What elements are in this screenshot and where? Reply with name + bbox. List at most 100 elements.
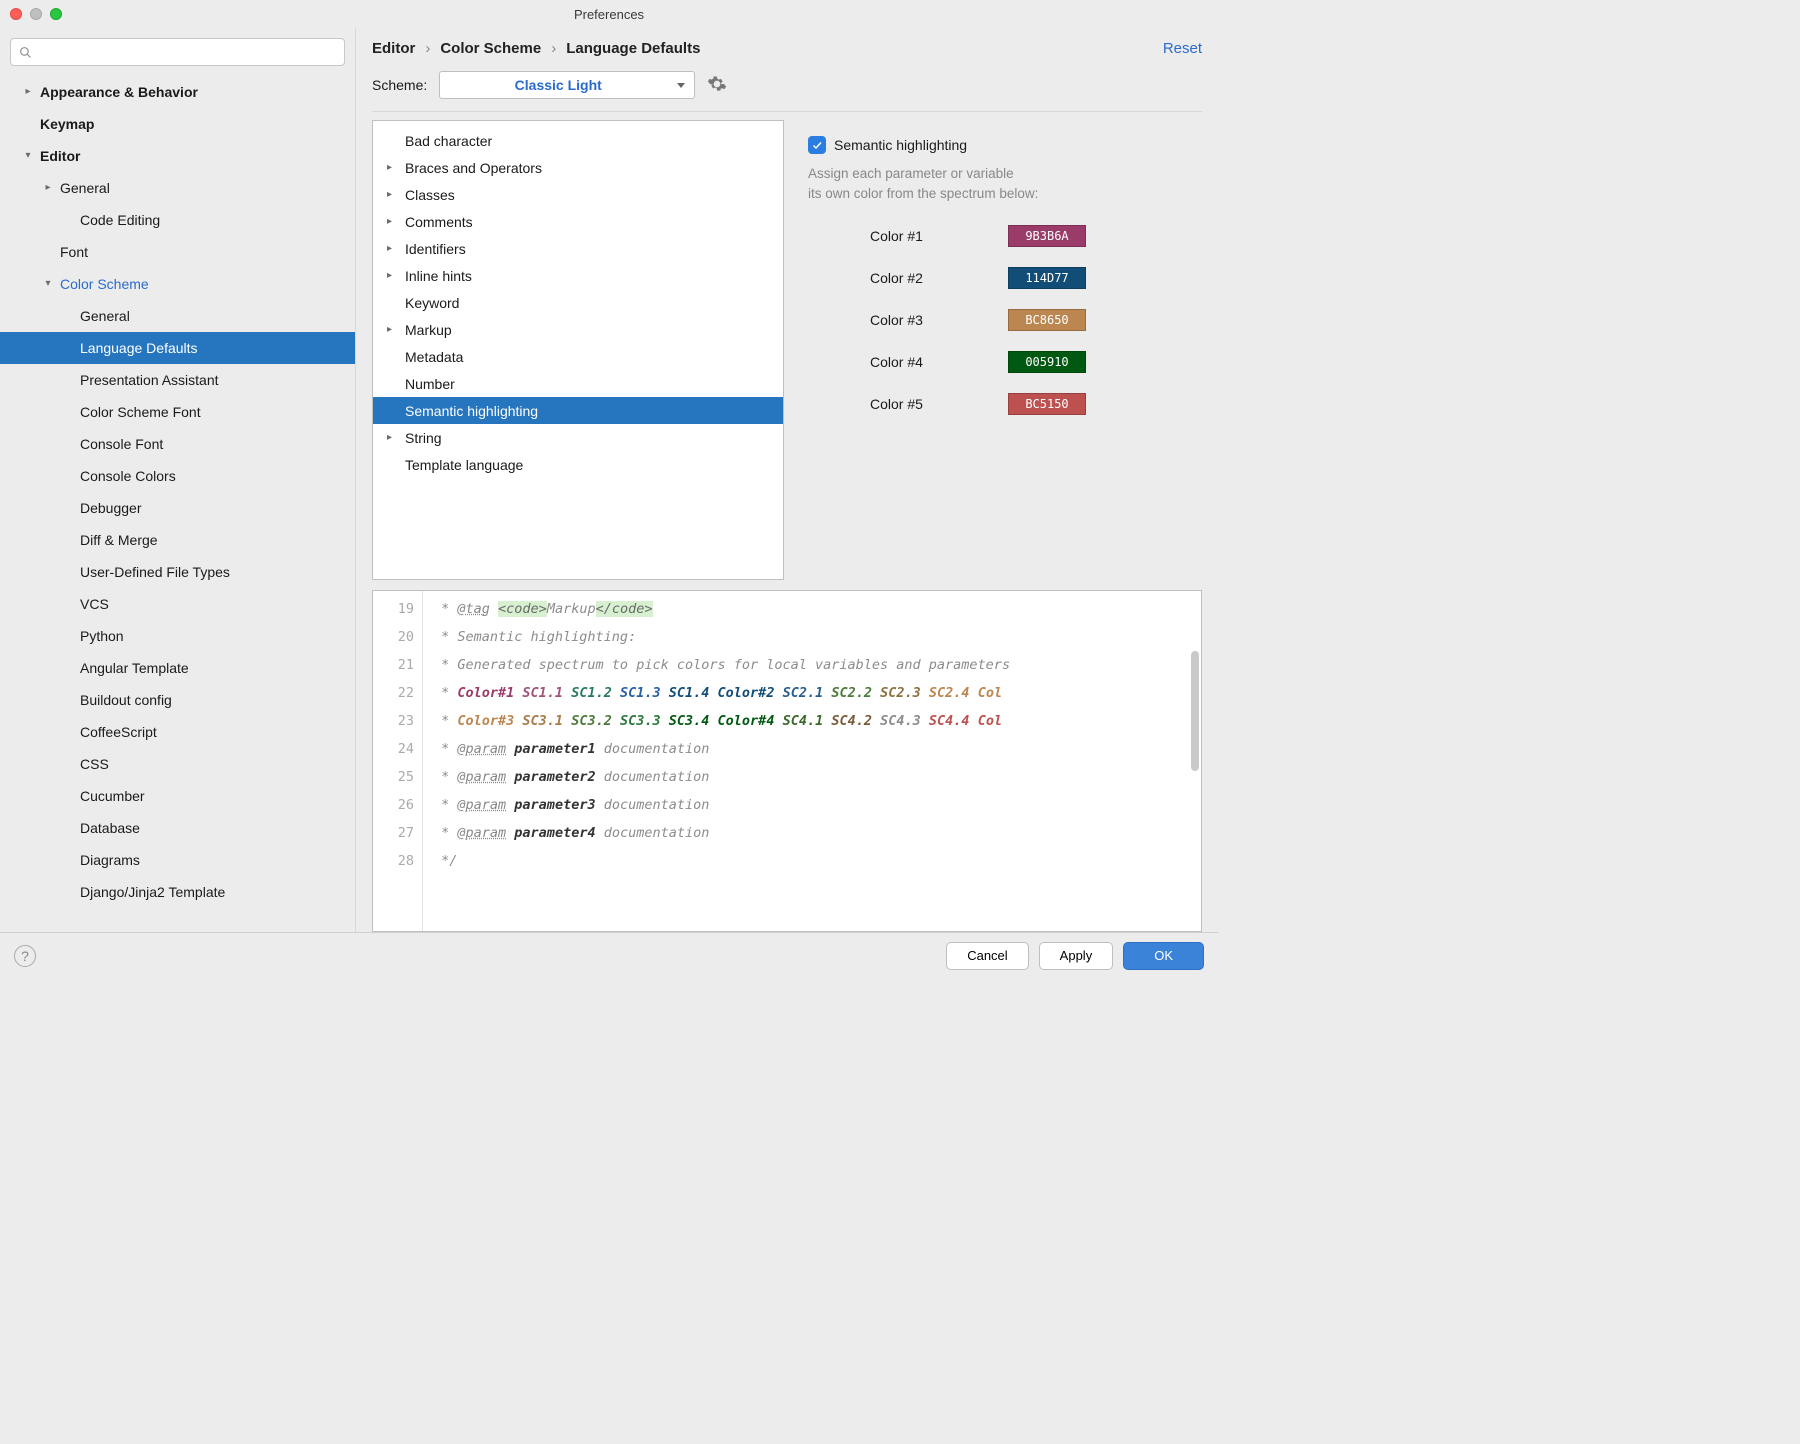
sidebar-item-general[interactable]: ▸General: [0, 300, 355, 332]
tree-item-label: Python: [80, 620, 124, 652]
color-swatch-row: Color #3BC8650: [808, 309, 1198, 331]
color-swatch-row: Color #2114D77: [808, 267, 1198, 289]
preview-scrollbar[interactable]: [1191, 651, 1199, 771]
category-braces-and-operators[interactable]: ▸Braces and Operators: [373, 154, 783, 181]
sidebar-item-console-colors[interactable]: ▸Console Colors: [0, 460, 355, 492]
sidebar-item-code-editing[interactable]: ▸Code Editing: [0, 204, 355, 236]
reset-link[interactable]: Reset: [1163, 40, 1202, 57]
sidebar-item-presentation-assistant[interactable]: ▸Presentation Assistant: [0, 364, 355, 396]
ok-button[interactable]: OK: [1123, 942, 1204, 970]
apply-button[interactable]: Apply: [1039, 942, 1114, 970]
zoom-window-icon[interactable]: [50, 8, 62, 20]
color-swatch[interactable]: 9B3B6A: [1008, 225, 1086, 247]
tree-item-label: Diff & Merge: [80, 524, 158, 556]
category-number[interactable]: ▸Number: [373, 370, 783, 397]
category-semantic-highlighting[interactable]: ▸Semantic highlighting: [373, 397, 783, 424]
line-number: 23: [373, 707, 414, 735]
category-label: String: [405, 430, 442, 446]
line-number: 20: [373, 623, 414, 651]
checkbox-checked-icon[interactable]: [808, 136, 826, 154]
sidebar-item-debugger[interactable]: ▸Debugger: [0, 492, 355, 524]
chevron-right-icon: ▸: [387, 270, 399, 281]
sidebar-item-database[interactable]: ▸Database: [0, 812, 355, 844]
gear-icon[interactable]: [707, 74, 727, 97]
category-classes[interactable]: ▸Classes: [373, 181, 783, 208]
semantic-highlighting-checkbox-row[interactable]: Semantic highlighting: [808, 136, 1198, 154]
sidebar-item-general[interactable]: ▸General: [0, 172, 355, 204]
swatch-label: Color #3: [808, 312, 1008, 328]
sidebar-item-diagrams[interactable]: ▸Diagrams: [0, 844, 355, 876]
tree-item-label: Angular Template: [80, 652, 189, 684]
swatch-label: Color #1: [808, 228, 1008, 244]
chevron-right-icon[interactable]: ▸: [42, 172, 54, 204]
minimize-window-icon: [30, 8, 42, 20]
code-preview[interactable]: 19202122232425262728 * @tag <code>Markup…: [372, 590, 1202, 932]
category-string[interactable]: ▸ String: [373, 424, 783, 451]
scheme-select[interactable]: Classic Light: [439, 71, 695, 99]
sidebar-item-appearance-behavior[interactable]: ▸Appearance & Behavior: [0, 76, 355, 108]
settings-tree[interactable]: ▸Appearance & Behavior▸Keymap▾Editor▸Gen…: [0, 76, 355, 932]
sidebar-item-user-defined-file-types[interactable]: ▸User-Defined File Types: [0, 556, 355, 588]
scheme-label: Scheme:: [372, 77, 427, 93]
breadcrumb-editor[interactable]: Editor: [372, 40, 415, 57]
category-metadata[interactable]: ▸Metadata: [373, 343, 783, 370]
tree-item-label: User-Defined File Types: [80, 556, 230, 588]
tree-item-label: General: [60, 172, 110, 204]
sidebar-item-color-scheme[interactable]: ▾Color Scheme: [0, 268, 355, 300]
line-number: 21: [373, 651, 414, 679]
category-keyword[interactable]: ▸Keyword: [373, 289, 783, 316]
tree-item-label: Color Scheme: [60, 268, 149, 300]
sidebar-item-buildout-config[interactable]: ▸Buildout config: [0, 684, 355, 716]
tree-item-label: VCS: [80, 588, 109, 620]
sidebar-item-angular-template[interactable]: ▸Angular Template: [0, 652, 355, 684]
sidebar-item-css[interactable]: ▸CSS: [0, 748, 355, 780]
category-inline-hints[interactable]: ▸Inline hints: [373, 262, 783, 289]
sidebar-item-language-defaults[interactable]: ▸Language Defaults: [0, 332, 355, 364]
sidebar-item-vcs[interactable]: ▸VCS: [0, 588, 355, 620]
category-markup[interactable]: ▸Markup: [373, 316, 783, 343]
color-swatch[interactable]: BC5150: [1008, 393, 1086, 415]
sidebar-item-keymap[interactable]: ▸Keymap: [0, 108, 355, 140]
tree-item-label: Presentation Assistant: [80, 364, 219, 396]
sidebar-item-python[interactable]: ▸Python: [0, 620, 355, 652]
category-label: Number: [405, 376, 455, 392]
sidebar-item-font[interactable]: ▸Font: [0, 236, 355, 268]
chevron-right-icon: ▸: [387, 432, 399, 443]
tree-item-label: Keymap: [40, 108, 94, 140]
cancel-button[interactable]: Cancel: [946, 942, 1028, 970]
chevron-down-icon[interactable]: ▾: [42, 268, 54, 300]
category-label: Semantic highlighting: [405, 403, 538, 419]
color-swatch[interactable]: 005910: [1008, 351, 1086, 373]
sidebar-item-coffeescript[interactable]: ▸CoffeeScript: [0, 716, 355, 748]
tree-item-label: Editor: [40, 140, 80, 172]
line-number: 19: [373, 595, 414, 623]
line-number: 27: [373, 819, 414, 847]
sidebar-item-color-scheme-font[interactable]: ▸Color Scheme Font: [0, 396, 355, 428]
chevron-down-icon[interactable]: ▾: [22, 140, 34, 172]
sidebar-item-editor[interactable]: ▾Editor: [0, 140, 355, 172]
sidebar-item-cucumber[interactable]: ▸Cucumber: [0, 780, 355, 812]
sidebar-item-console-font[interactable]: ▸Console Font: [0, 428, 355, 460]
category-identifiers[interactable]: ▸Identifiers: [373, 235, 783, 262]
chevron-right-icon[interactable]: ▸: [22, 76, 34, 108]
color-swatch[interactable]: BC8650: [1008, 309, 1086, 331]
category-comments[interactable]: ▸Comments: [373, 208, 783, 235]
window-title: Preferences: [0, 7, 1218, 22]
tree-item-label: Console Font: [80, 428, 163, 460]
swatch-label: Color #4: [808, 354, 1008, 370]
help-icon[interactable]: ?: [14, 945, 36, 967]
sidebar-item-diff-merge[interactable]: ▸Diff & Merge: [0, 524, 355, 556]
color-swatch[interactable]: 114D77: [1008, 267, 1086, 289]
scheme-select-wrap: Classic Light: [439, 71, 695, 99]
chevron-right-icon: ▸: [387, 162, 399, 173]
tree-item-label: Debugger: [80, 492, 142, 524]
tree-item-label: CSS: [80, 748, 109, 780]
sidebar-item-django-jinja2-template[interactable]: ▸Django/Jinja2 Template: [0, 876, 355, 908]
close-window-icon[interactable]: [10, 8, 22, 20]
breadcrumb-sep: ›: [551, 40, 556, 57]
breadcrumb-color-scheme[interactable]: Color Scheme: [440, 40, 541, 57]
search-input[interactable]: [10, 38, 345, 66]
category-bad-character[interactable]: ▸Bad character: [373, 127, 783, 154]
category-template-language[interactable]: ▸Template language: [373, 451, 783, 478]
category-list[interactable]: ▸Bad character▸Braces and Operators▸Clas…: [372, 120, 784, 580]
